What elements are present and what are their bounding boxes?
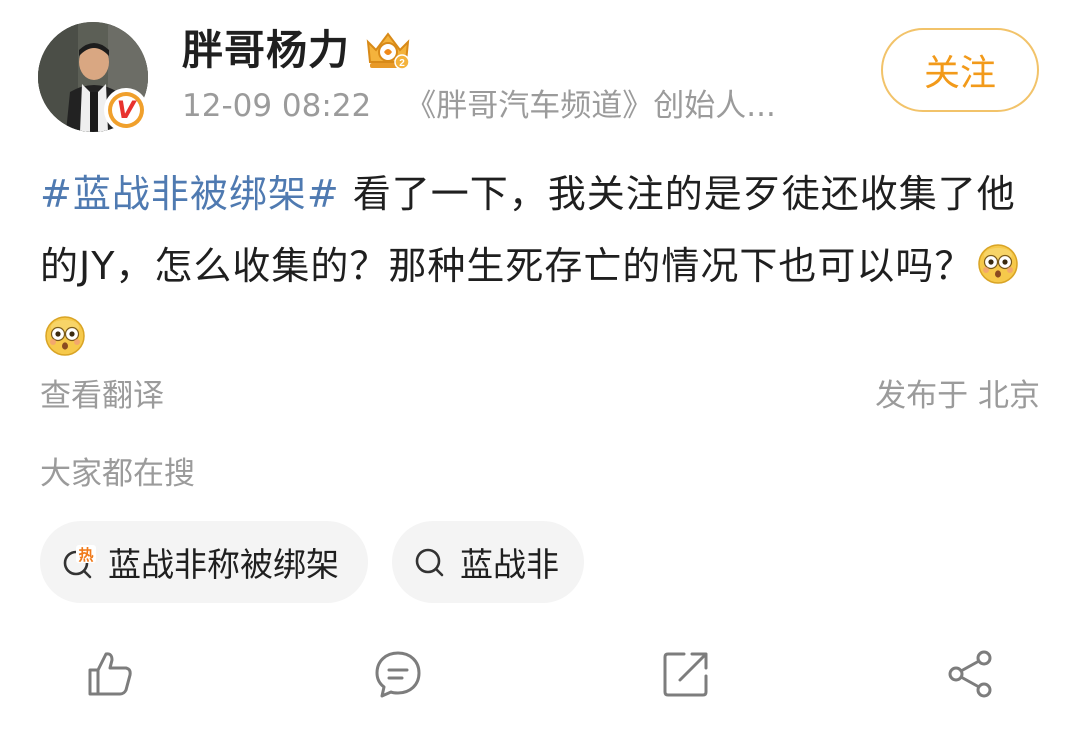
trending-chip-label: 蓝战非 [460,545,559,584]
crown-badge-icon[interactable]: 2 [362,28,414,72]
share-icon[interactable] [944,648,996,700]
post-meta: 12-09 08:22 《胖哥汽车频道》创始人... [182,84,776,128]
post-source[interactable]: 《胖哥汽车频道》创始人... [405,88,776,124]
trending-heading: 大家都在搜 [40,456,195,492]
post-timestamp: 12-09 08:22 [182,88,372,124]
translate-link[interactable]: 查看翻译 [40,374,164,418]
post-text: #蓝战非被绑架# 看了一下，我关注的是歹徒还收集了他的JY，怎么收集的？那种生死… [40,158,1050,374]
hot-search-icon: 热 [63,545,96,579]
trending-chip-label: 蓝战非称被绑架 [108,545,339,584]
hot-badge: 热 [78,546,93,564]
flushed-face-emoji [978,244,1019,284]
trending-chip-2[interactable]: 蓝战非 [392,521,584,603]
thumbs-up-icon[interactable] [84,648,136,700]
username[interactable]: 胖哥杨力 [182,22,350,78]
search-icon [415,548,444,577]
repost-icon[interactable] [660,648,712,700]
trending-chip-1[interactable]: 热 蓝战非称被绑架 [40,521,368,603]
flushed-face-emoji [45,316,85,356]
follow-button[interactable]: 关注 [881,28,1039,112]
hashtag-link[interactable]: #蓝战非被绑架# [40,172,340,216]
verified-v-icon: V [104,88,148,132]
svg-text:2: 2 [399,58,405,69]
post-location: 发布于 北京 [875,378,1040,414]
comment-icon[interactable] [372,648,424,700]
